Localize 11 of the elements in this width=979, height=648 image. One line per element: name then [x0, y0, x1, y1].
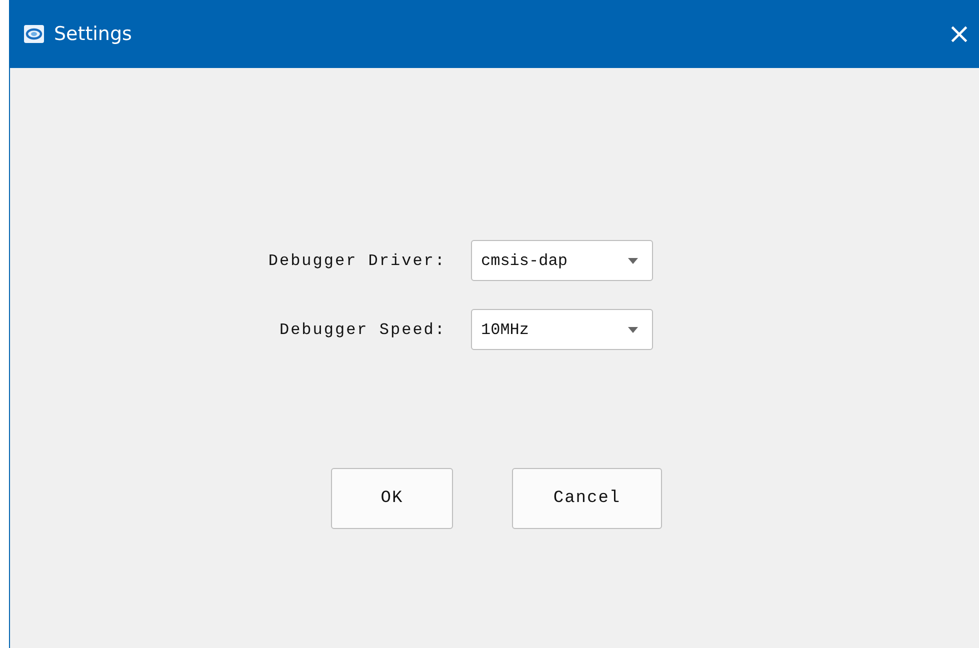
dropdown[interactable]: 10MHz: [471, 309, 653, 350]
dropdown[interactable]: cmsis-dap: [471, 240, 653, 281]
field-label: Debugger Speed:: [279, 320, 446, 338]
caret-icon: [628, 258, 638, 264]
window-title: Settings: [54, 23, 132, 45]
caret-icon: [628, 326, 638, 332]
close-button[interactable]: ×: [942, 20, 977, 48]
eye-icon: [24, 25, 44, 43]
cancel-button[interactable]: Cancel: [512, 468, 662, 529]
field-label: Debugger Driver:: [268, 252, 446, 270]
ok-button[interactable]: OK: [331, 468, 453, 529]
